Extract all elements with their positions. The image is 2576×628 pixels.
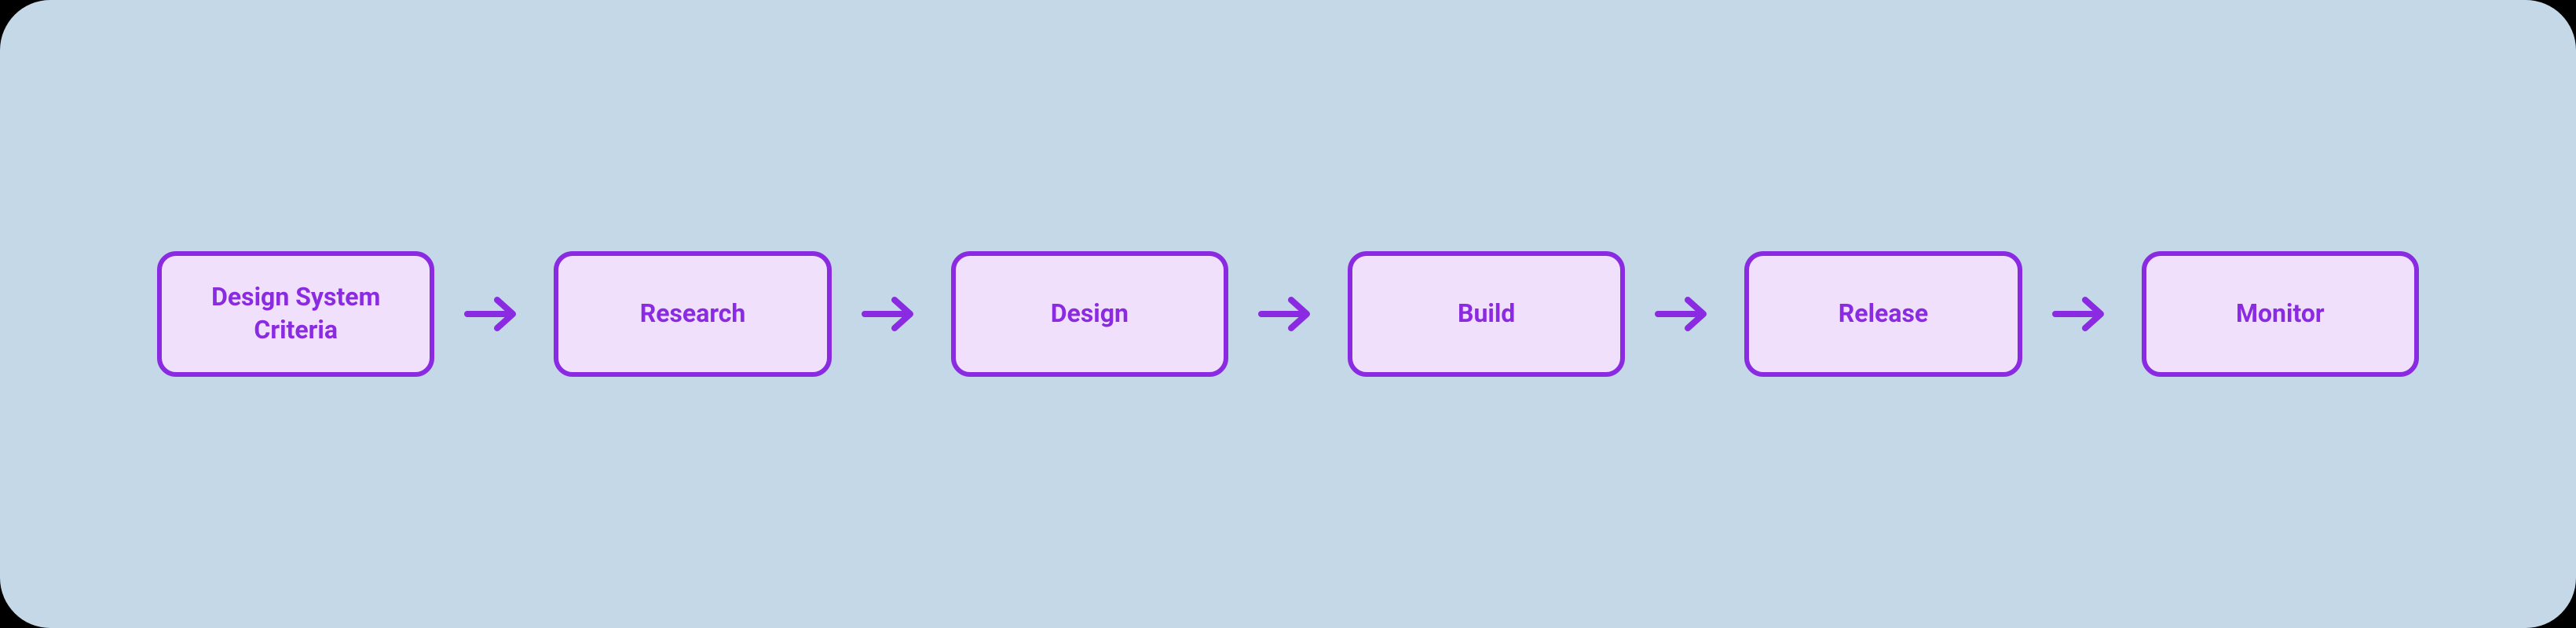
arrow-right-icon — [2051, 290, 2113, 338]
diagram-canvas: Design System Criteria Research Design B… — [0, 0, 2576, 628]
arrow-right-icon — [1257, 290, 1319, 338]
step-label: Build — [1458, 298, 1515, 330]
step-box-monitor: Monitor — [2142, 251, 2419, 377]
step-box-research: Research — [554, 251, 831, 377]
arrow-right-icon — [463, 290, 525, 338]
arrow-right-icon — [860, 290, 923, 338]
step-box-criteria: Design System Criteria — [157, 251, 434, 377]
step-label: Monitor — [2236, 298, 2325, 330]
arrow-right-icon — [1653, 290, 1716, 338]
step-box-design: Design — [951, 251, 1228, 377]
step-box-release: Release — [1744, 251, 2022, 377]
step-label: Design — [1051, 298, 1129, 330]
step-box-build: Build — [1348, 251, 1625, 377]
step-label: Release — [1839, 298, 1928, 330]
step-label: Design System Criteria — [177, 281, 414, 346]
step-label: Research — [640, 298, 746, 330]
